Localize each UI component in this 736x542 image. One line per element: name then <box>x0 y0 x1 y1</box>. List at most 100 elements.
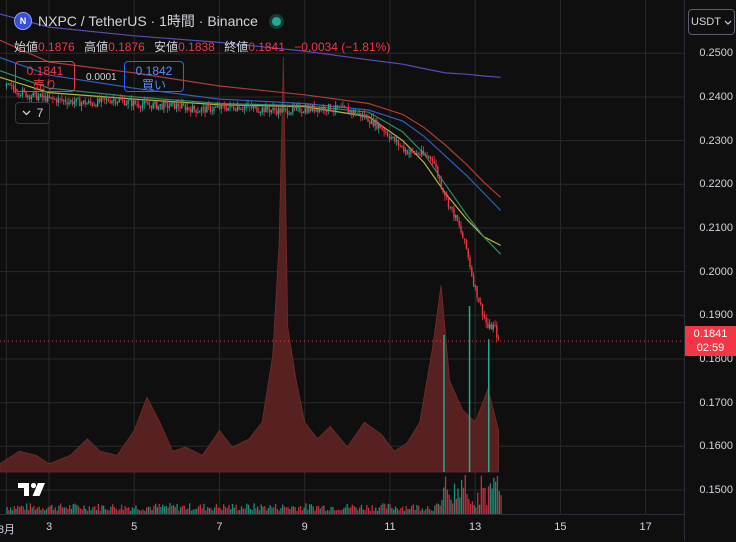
low-value: 0.1838 <box>178 40 215 54</box>
volume-bar <box>74 503 76 514</box>
candle-body <box>308 106 310 113</box>
close-label: 終値 <box>224 40 249 54</box>
volume-bar <box>480 475 482 514</box>
candle-body <box>442 188 444 193</box>
volume-bar <box>312 506 314 514</box>
volume-spike <box>488 339 490 472</box>
candle-body <box>41 94 43 98</box>
candle-body <box>57 98 59 103</box>
candle-body <box>261 107 263 112</box>
volume-bar <box>165 505 167 514</box>
volume-bar <box>224 506 227 514</box>
candle-body <box>224 105 226 109</box>
candle-body <box>453 208 455 218</box>
candle-body <box>59 98 61 100</box>
candle-body <box>84 100 86 105</box>
symbol-legend[interactable]: N NXPC / TetherUS · 1時間 · Binance <box>14 11 281 31</box>
candle-body <box>188 107 190 110</box>
candle-body <box>259 112 262 114</box>
candle-body <box>352 110 355 114</box>
candle-body <box>467 248 469 258</box>
candle-body <box>45 96 47 102</box>
volume-bar <box>215 503 218 514</box>
candle-body <box>272 107 274 110</box>
candle-body <box>449 206 451 208</box>
volume-bar <box>473 505 475 514</box>
candle-body <box>161 104 163 110</box>
candle-body <box>310 106 312 111</box>
candle-body <box>143 101 145 105</box>
tradingview-logo-icon[interactable] <box>18 480 50 498</box>
candle-body <box>306 108 308 113</box>
volume-bar <box>22 506 24 514</box>
high-label: 高値 <box>84 40 109 54</box>
volume-bar <box>58 505 60 514</box>
candle-body <box>172 102 174 104</box>
candle-body <box>77 98 79 100</box>
candle-body <box>455 215 457 218</box>
volume-bar <box>189 503 191 514</box>
volume-bar <box>169 503 171 514</box>
candle-body <box>256 106 258 112</box>
candle-body <box>293 106 296 108</box>
candle-body <box>284 108 287 110</box>
candle-body <box>125 103 127 106</box>
candle-body <box>86 103 88 105</box>
candle-body <box>340 106 342 108</box>
candle-body <box>107 99 110 102</box>
volume-bar <box>462 487 465 514</box>
candle-body <box>250 106 253 109</box>
candle-body <box>421 150 423 155</box>
volume-bar <box>500 495 502 514</box>
volume-bar <box>13 506 15 514</box>
price-axis-tick: 0.2300 <box>699 134 733 147</box>
volume-bar <box>264 506 266 514</box>
candle-body <box>419 154 421 156</box>
candle-body <box>168 106 170 108</box>
candle-body <box>487 322 489 329</box>
candle-body <box>252 106 255 109</box>
volume-bar <box>18 507 21 514</box>
candle-body <box>408 152 410 155</box>
candle-body <box>136 103 138 105</box>
sell-button[interactable]: 0.1841 売り <box>15 61 75 92</box>
candle-body <box>71 100 74 105</box>
candle-body <box>438 175 441 179</box>
candle-body <box>193 105 195 110</box>
candle-body <box>437 167 439 176</box>
candle-body <box>480 302 482 304</box>
candle-body <box>186 107 188 111</box>
candle-body <box>496 325 498 338</box>
buy-button[interactable]: 0.1842 買い <box>124 61 184 92</box>
candle-body <box>225 108 228 111</box>
candle-body <box>238 106 240 110</box>
candle-body <box>197 112 199 113</box>
volume-bar <box>78 506 80 514</box>
candle-body <box>290 112 292 115</box>
time-axis[interactable]: 8月 3 5 7 9 11 13 15 17 <box>0 514 684 542</box>
candle-body <box>315 109 317 112</box>
candle-body <box>320 108 323 111</box>
candle-body <box>131 99 133 107</box>
volume-bar <box>20 505 22 514</box>
candle-body <box>274 107 276 111</box>
volume-bar <box>321 506 323 514</box>
candle-body <box>166 102 169 108</box>
volume-bar <box>163 506 166 514</box>
currency-select[interactable]: USDT <box>688 9 735 35</box>
volume-bar <box>88 506 90 514</box>
candle-body <box>347 107 349 113</box>
time-axis-tick: 3 <box>45 521 53 533</box>
candle-body <box>302 112 305 114</box>
candle-body <box>329 104 332 111</box>
price-axis[interactable]: 0.2500 0.2400 0.2300 0.2200 0.2100 0.2000 0.19… <box>684 0 736 541</box>
volume-bar <box>437 503 440 514</box>
volume-bar <box>83 505 85 514</box>
candle-body <box>426 154 428 157</box>
volume-bar <box>332 506 334 514</box>
candle-body <box>451 206 453 209</box>
candle-body <box>79 98 81 107</box>
candle-body <box>46 95 49 102</box>
indicators-toggle-button[interactable]: 7 <box>15 102 50 124</box>
candle-body <box>227 107 229 111</box>
